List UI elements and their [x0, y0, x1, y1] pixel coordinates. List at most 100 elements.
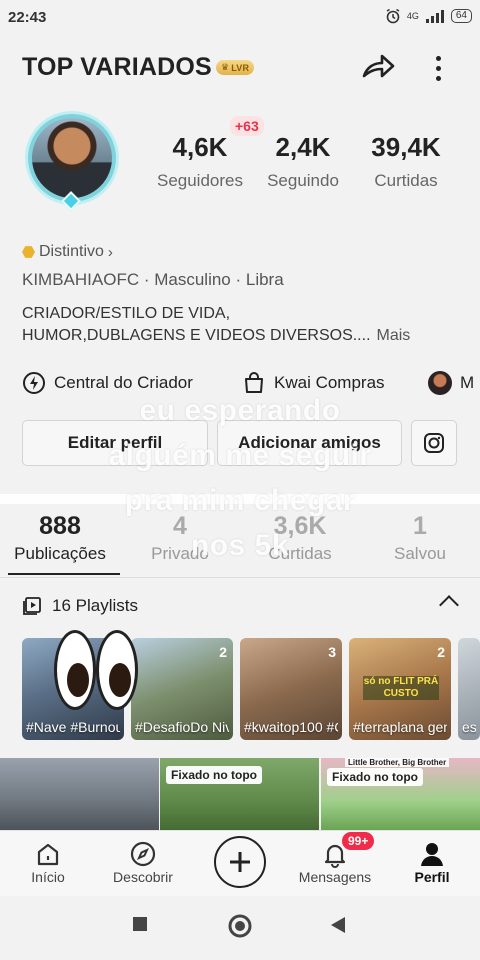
caption-band — [0, 494, 480, 504]
playlist-card[interactable]: 2 só no FLIT PRÁ CUSTO #terraplana gem #… — [349, 638, 451, 740]
pinned-badge: Fixado no topo — [327, 768, 423, 786]
content-tabs: 888 Publicações 4 Privado 3,6K Curtidas … — [0, 512, 480, 578]
add-friends-button[interactable]: Adicionar amigos — [217, 420, 402, 466]
nav-label: Mensagens — [298, 869, 372, 885]
playlists-header[interactable]: 16 Playlists — [22, 596, 138, 616]
nav-profile[interactable]: Perfil — [387, 839, 477, 885]
nav-label: Início — [31, 869, 65, 885]
edit-profile-button[interactable]: Editar perfil — [22, 420, 208, 466]
crown-icon: ♛ — [220, 62, 230, 72]
avatar-container[interactable] — [20, 108, 126, 211]
shortcut-label: Kwai Compras — [274, 373, 385, 392]
playlist-card[interactable]: es — [458, 638, 480, 740]
divider — [0, 577, 480, 578]
playlist-count: 2 — [219, 644, 227, 660]
create-post-button[interactable] — [214, 836, 266, 888]
system-navigation — [0, 896, 480, 960]
profile-title: TOP VARIADOS ♛ LVR — [22, 53, 255, 82]
dot-icon — [435, 65, 441, 71]
stat-followers[interactable]: 4,6K Seguidores — [145, 132, 255, 191]
tab-label: Curtidas — [268, 544, 332, 563]
nav-label: Perfil — [414, 869, 450, 885]
stat-label: Seguidores — [156, 171, 243, 190]
tab-label: Salvou — [394, 544, 446, 563]
bio-line: HUMOR,DUBLAGENS E VIDEOS DIVERSOS.... — [22, 327, 371, 344]
playlist-tags: #terraplana gem #Cres... — [353, 719, 447, 735]
tab-label: Publicações — [14, 544, 106, 563]
nav-label: Descobrir — [113, 869, 173, 885]
stat-following[interactable]: 2,4K Seguindo — [248, 132, 358, 191]
hexagon-badge-icon — [22, 246, 35, 258]
tab-private[interactable]: 4 Privado — [120, 512, 240, 564]
playlist-overlay-text: só no FLIT PRÁ CUSTO — [363, 676, 439, 700]
thumbnail-caption: Little Brother, Big Brother — [345, 758, 450, 767]
share-icon — [362, 54, 395, 78]
tab-count: 1 — [413, 512, 427, 540]
tab-label: Privado — [151, 544, 209, 563]
tab-saved[interactable]: 1 Salvou — [360, 512, 480, 564]
playlist-tags: #DesafioDo NivelDaFa... — [135, 719, 229, 735]
tab-count: 4 — [173, 512, 187, 540]
pinned-badge: Fixado no topo — [166, 766, 262, 784]
playlist-tags: #Nave #Burnout #... — [26, 719, 120, 735]
avatar[interactable] — [28, 114, 116, 202]
level-badge-label: LVR — [231, 62, 250, 73]
playlist-tags: es — [462, 719, 476, 735]
distintivo-link[interactable]: Distintivo › — [22, 243, 113, 261]
dot-icon — [435, 55, 441, 61]
eye-emoji-icon — [96, 630, 138, 710]
home-icon — [37, 843, 59, 866]
home-system-button[interactable] — [228, 914, 252, 943]
plus-icon — [230, 852, 250, 872]
bio-line-wrap: HUMOR,DUBLAGENS E VIDEOS DIVERSOS.... Mai… — [22, 325, 462, 347]
status-bar: 22:43 4G 64 — [0, 0, 480, 36]
nav-discover[interactable]: Descobrir — [98, 839, 188, 885]
tab-count: 3,6K — [273, 512, 327, 540]
playlist-tags: #kwaitop100 #CrescerN... — [244, 719, 338, 735]
playlist-icon — [23, 597, 41, 615]
stat-value: 39,4K — [371, 132, 441, 162]
profile-meta: KIMBAHIAOFC · Masculino · Libra — [22, 270, 284, 289]
stat-value: 4,6K — [172, 132, 228, 162]
status-icons: 4G 64 — [385, 8, 472, 24]
tab-publications[interactable]: 888 Publicações — [0, 512, 120, 564]
video-thumbnail[interactable]: Fixado no topo — [160, 758, 319, 830]
mini-avatar-icon — [428, 371, 452, 395]
playlist-count: 3 — [328, 644, 336, 660]
triangle-back-icon — [331, 917, 345, 933]
nav-home[interactable]: Início — [3, 839, 93, 885]
profile-bio: CRIADOR/ESTILO DE VIDA, HUMOR,DUBLAGENS … — [22, 303, 462, 347]
instagram-icon — [424, 433, 444, 453]
stat-likes[interactable]: 39,4K Curtidas — [351, 132, 461, 191]
back-system-button[interactable] — [330, 916, 346, 939]
more-options-button[interactable] — [428, 50, 448, 86]
share-button[interactable] — [360, 50, 396, 86]
kwai-shop-shortcut[interactable]: Kwai Compras — [242, 371, 385, 395]
shortcut-label: M — [460, 373, 475, 392]
active-tab-indicator — [8, 573, 120, 575]
playlist-card[interactable]: 2 #DesafioDo NivelDaFa... — [131, 638, 233, 740]
bio-more-link[interactable]: Mais — [377, 327, 411, 344]
eye-emoji-icon — [54, 630, 96, 710]
playlists-title: 16 Playlists — [52, 596, 138, 615]
instagram-button[interactable] — [411, 420, 457, 466]
chevron-right-icon: › — [107, 243, 113, 261]
chevron-up-icon[interactable] — [439, 595, 459, 615]
tab-likes[interactable]: 3,6K Curtidas — [240, 512, 360, 564]
network-label: 4G — [406, 11, 419, 21]
alarm-icon — [386, 8, 400, 24]
shortcut-label: Central do Criador — [54, 373, 193, 392]
video-thumbnail[interactable] — [0, 758, 159, 830]
bio-line: CRIADOR/ESTILO DE VIDA, — [22, 305, 231, 322]
dot-icon — [435, 75, 441, 81]
level-badge[interactable]: ♛ LVR — [215, 60, 255, 75]
shopping-bag-icon — [245, 372, 263, 393]
creator-center-shortcut[interactable]: Central do Criador — [22, 371, 193, 395]
recent-apps-button[interactable] — [132, 916, 148, 937]
battery-icon: 64 — [450, 9, 472, 23]
third-shortcut[interactable]: M — [428, 371, 474, 395]
messages-badge: 99+ — [342, 832, 375, 850]
playlist-card[interactable]: 3 #kwaitop100 #CrescerN... — [240, 638, 342, 740]
video-thumbnail[interactable]: Little Brother, Big Brother Fixado no to… — [321, 758, 480, 830]
tab-count: 888 — [39, 512, 81, 540]
